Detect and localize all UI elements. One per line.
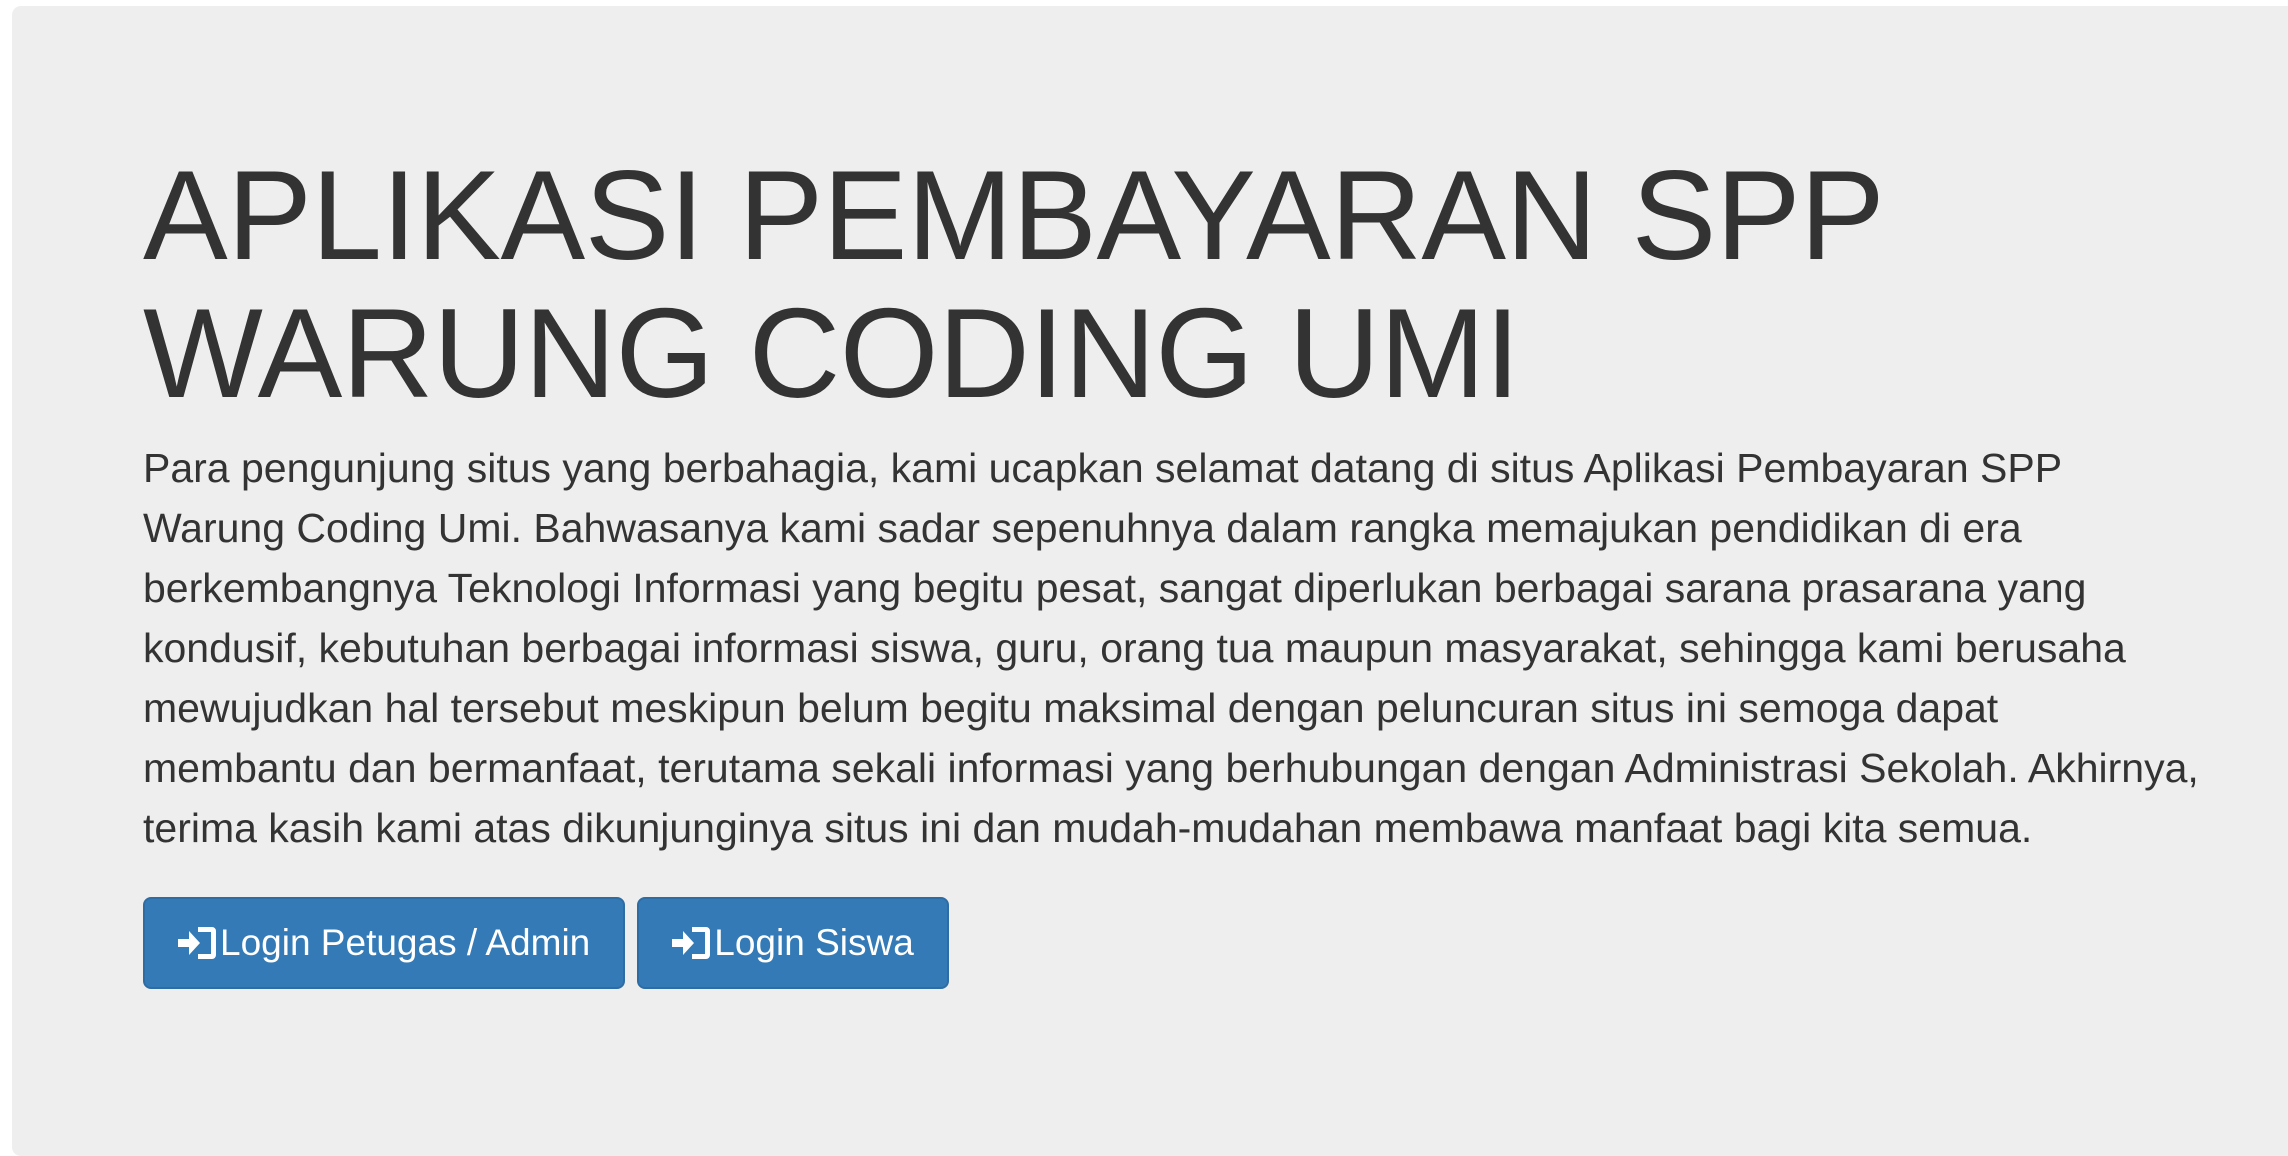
page-title: APLIKASI PEMBAYARAN SPP WARUNG CODING UM… — [143, 146, 2263, 422]
page-title-line-1: APLIKASI PEMBAYARAN SPP — [143, 144, 1885, 286]
log-in-icon — [178, 925, 218, 961]
jumbotron: APLIKASI PEMBAYARAN SPP WARUNG CODING UM… — [12, 6, 2288, 1156]
login-admin-button[interactable]: Login Petugas / Admin — [143, 897, 626, 989]
welcome-paragraph: Para pengunjung situs yang berbahagia, k… — [143, 445, 2199, 851]
log-in-icon — [672, 925, 712, 961]
hero-container: APLIKASI PEMBAYARAN SPP WARUNG CODING UM… — [143, 146, 2263, 989]
login-button-group: Login Petugas / Admin Login Siswa — [143, 897, 2263, 989]
login-siswa-button[interactable]: Login Siswa — [637, 897, 949, 989]
page-title-line-2: WARUNG CODING UMI — [143, 282, 1520, 424]
login-siswa-label: Login Siswa — [714, 922, 914, 963]
login-admin-label: Login Petugas / Admin — [220, 922, 591, 963]
